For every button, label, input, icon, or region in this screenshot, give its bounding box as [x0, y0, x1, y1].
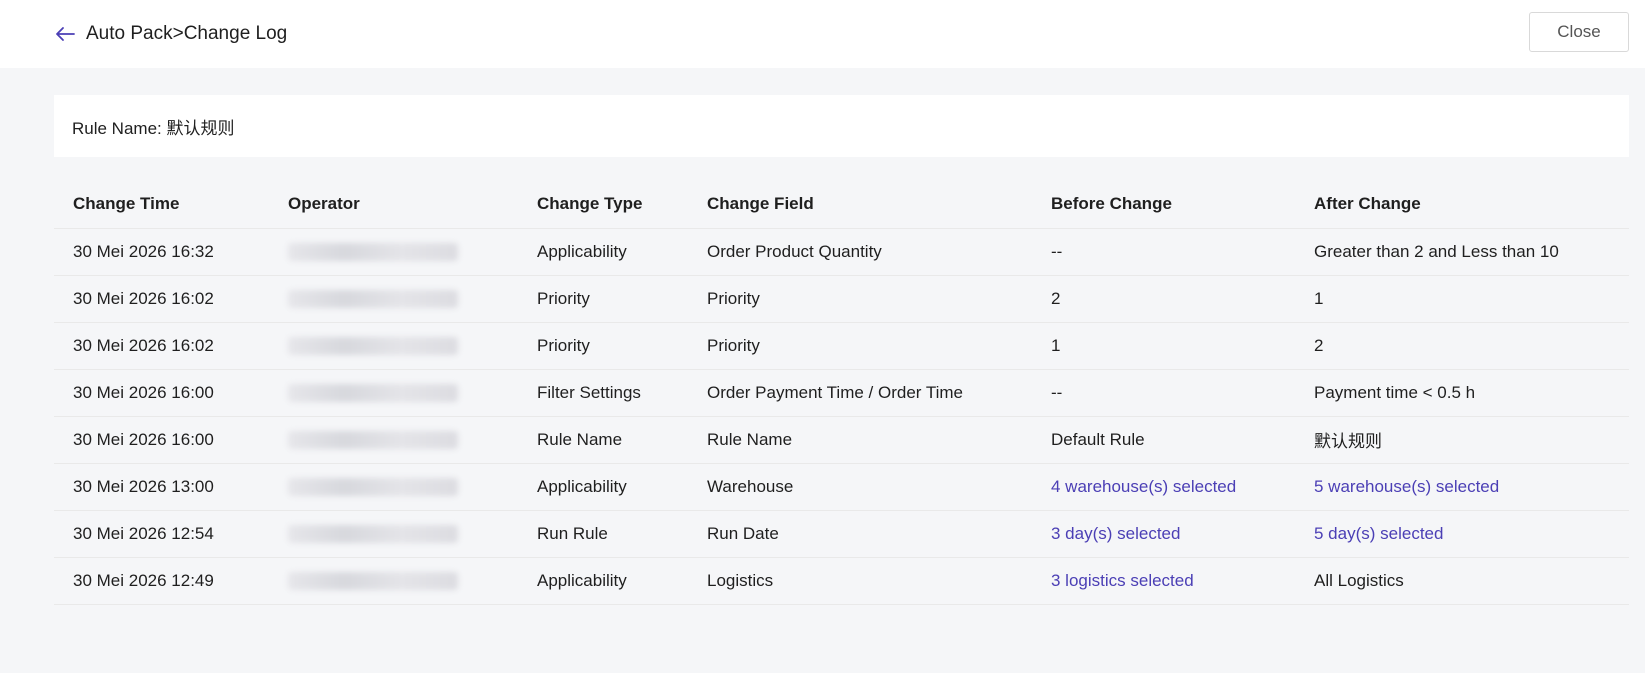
operator-redacted	[288, 337, 458, 356]
change-time-cell: 30 Mei 2026 16:00	[54, 416, 269, 464]
before-change-cell: --	[1032, 228, 1295, 276]
change-field-cell: Priority	[688, 322, 1032, 370]
change-time-cell: 30 Mei 2026 12:49	[54, 557, 269, 605]
table-row: 30 Mei 2026 16:32 Applicability Order Pr…	[54, 228, 1629, 276]
change-type-cell: Run Rule	[518, 510, 688, 558]
top-bar: Auto Pack>Change Log Close	[0, 0, 1645, 68]
table-row: 30 Mei 2026 12:49 Applicability Logistic…	[54, 557, 1629, 605]
after-change-cell: 默认规则	[1295, 416, 1629, 464]
change-time-cell: 30 Mei 2026 16:32	[54, 228, 269, 276]
column-header-before-change: Before Change	[1032, 181, 1295, 229]
operator-cell	[269, 275, 518, 323]
change-field-cell: Priority	[688, 275, 1032, 323]
column-header-change-type: Change Type	[518, 181, 688, 229]
change-field-cell: Order Product Quantity	[688, 228, 1032, 276]
rule-name-label: Rule Name: 默认规则	[72, 118, 235, 138]
before-change-cell: 2	[1032, 275, 1295, 323]
operator-cell	[269, 228, 518, 276]
operator-cell	[269, 463, 518, 511]
after-change-cell: 1	[1295, 275, 1629, 323]
table-row: 30 Mei 2026 16:02 Priority Priority 1 2	[54, 322, 1629, 370]
rule-name-card: Rule Name: 默认规则	[54, 95, 1629, 157]
before-change-cell: 1	[1032, 322, 1295, 370]
change-type-cell: Rule Name	[518, 416, 688, 464]
change-field-cell: Run Date	[688, 510, 1032, 558]
change-type-cell: Applicability	[518, 228, 688, 276]
before-change-cell: Default Rule	[1032, 416, 1295, 464]
table-row: 30 Mei 2026 16:00 Filter Settings Order …	[54, 369, 1629, 417]
operator-redacted	[288, 572, 458, 591]
change-type-cell: Applicability	[518, 557, 688, 605]
operator-cell	[269, 322, 518, 370]
change-field-cell: Warehouse	[688, 463, 1032, 511]
change-field-cell: Order Payment Time / Order Time	[688, 369, 1032, 417]
operator-redacted	[288, 243, 458, 262]
table-row: 30 Mei 2026 16:00 Rule Name Rule Name De…	[54, 416, 1629, 464]
operator-cell	[269, 416, 518, 464]
table-header-row: Change Time Operator Change Type Change …	[54, 181, 1629, 229]
operator-redacted	[288, 384, 458, 403]
change-field-cell: Rule Name	[688, 416, 1032, 464]
after-change-cell: 2	[1295, 322, 1629, 370]
operator-redacted	[288, 431, 458, 450]
before-change-link[interactable]: 3 day(s) selected	[1032, 510, 1295, 558]
operator-cell	[269, 369, 518, 417]
before-change-link[interactable]: 4 warehouse(s) selected	[1032, 463, 1295, 511]
before-change-cell: --	[1032, 369, 1295, 417]
change-field-cell: Logistics	[688, 557, 1032, 605]
change-time-cell: 30 Mei 2026 16:02	[54, 322, 269, 370]
change-time-cell: 30 Mei 2026 16:02	[54, 275, 269, 323]
table-row: 30 Mei 2026 16:02 Priority Priority 2 1	[54, 275, 1629, 323]
before-change-link[interactable]: 3 logistics selected	[1032, 557, 1295, 605]
after-change-link[interactable]: 5 warehouse(s) selected	[1295, 463, 1629, 511]
operator-redacted	[288, 478, 458, 497]
column-header-change-time: Change Time	[54, 181, 269, 229]
change-time-cell: 30 Mei 2026 16:00	[54, 369, 269, 417]
column-header-after-change: After Change	[1295, 181, 1629, 229]
operator-redacted	[288, 290, 458, 309]
after-change-cell: Greater than 2 and Less than 10	[1295, 228, 1629, 276]
operator-cell	[269, 510, 518, 558]
after-change-link[interactable]: 5 day(s) selected	[1295, 510, 1629, 558]
after-change-cell: All Logistics	[1295, 557, 1629, 605]
change-time-cell: 30 Mei 2026 12:54	[54, 510, 269, 558]
change-type-cell: Filter Settings	[518, 369, 688, 417]
change-type-cell: Applicability	[518, 463, 688, 511]
after-change-cell: Payment time < 0.5 h	[1295, 369, 1629, 417]
change-time-cell: 30 Mei 2026 13:00	[54, 463, 269, 511]
operator-redacted	[288, 525, 458, 544]
back-arrow-icon[interactable]	[52, 21, 78, 47]
column-header-change-field: Change Field	[688, 181, 1032, 229]
table-row: 30 Mei 2026 13:00 Applicability Warehous…	[54, 463, 1629, 511]
change-type-cell: Priority	[518, 322, 688, 370]
change-log-table: Change Time Operator Change Type Change …	[54, 181, 1629, 605]
close-button[interactable]: Close	[1529, 12, 1629, 52]
column-header-operator: Operator	[269, 181, 518, 229]
change-type-cell: Priority	[518, 275, 688, 323]
operator-cell	[269, 557, 518, 605]
table-row: 30 Mei 2026 12:54 Run Rule Run Date 3 da…	[54, 510, 1629, 558]
page-title: Auto Pack>Change Log	[86, 23, 288, 44]
